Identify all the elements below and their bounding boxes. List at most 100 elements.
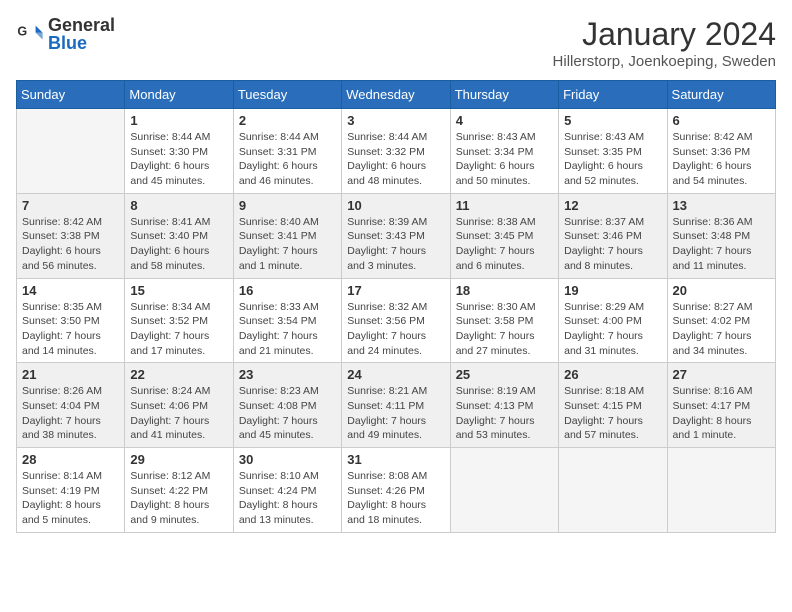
week-row-2: 7 Sunrise: 8:42 AM Sunset: 3:38 PM Daylig… bbox=[17, 193, 776, 278]
day-info: Sunrise: 8:23 AM Sunset: 4:08 PM Dayligh… bbox=[239, 384, 336, 443]
day-number: 25 bbox=[456, 367, 553, 382]
logo-general: General bbox=[48, 16, 115, 34]
day-number: 8 bbox=[130, 198, 227, 213]
month-title: January 2024 bbox=[553, 16, 776, 53]
day-number: 3 bbox=[347, 113, 444, 128]
day-number: 26 bbox=[564, 367, 661, 382]
day-number: 1 bbox=[130, 113, 227, 128]
calendar-cell: 23Sunrise: 8:23 AM Sunset: 4:08 PM Dayli… bbox=[233, 363, 341, 448]
calendar-cell: 30 Sunrise: 8:10 AM Sunset: 4:24 PM Dayli… bbox=[233, 448, 341, 533]
calendar-cell: 19Sunrise: 8:29 AM Sunset: 4:00 PM Dayli… bbox=[559, 278, 667, 363]
calendar-cell: 25 Sunrise: 8:19 AM Sunset: 4:13 PM Dayli… bbox=[450, 363, 558, 448]
day-number: 10 bbox=[347, 198, 444, 213]
calendar-cell: 10 Sunrise: 8:39 AM Sunset: 3:43 PM Dayli… bbox=[342, 193, 450, 278]
day-info: Sunrise: 8:10 AM Sunset: 4:24 PM Dayligh… bbox=[239, 469, 336, 528]
day-info: Sunrise: 8:29 AM Sunset: 4:00 PM Dayligh… bbox=[564, 300, 661, 359]
day-info: Sunrise: 8:21 AM Sunset: 4:11 PM Dayligh… bbox=[347, 384, 444, 443]
calendar-cell: 17 Sunrise: 8:32 AM Sunset: 3:56 PM Dayli… bbox=[342, 278, 450, 363]
day-number: 24 bbox=[347, 367, 444, 382]
calendar-cell bbox=[559, 448, 667, 533]
calendar-cell: 29Sunrise: 8:12 AM Sunset: 4:22 PM Dayli… bbox=[125, 448, 233, 533]
calendar-cell: 20 Sunrise: 8:27 AM Sunset: 4:02 PM Dayli… bbox=[667, 278, 775, 363]
day-info: Sunrise: 8:33 AM Sunset: 3:54 PM Dayligh… bbox=[239, 300, 336, 359]
logo-icon: G bbox=[16, 20, 44, 48]
calendar-cell: 31 Sunrise: 8:08 AM Sunset: 4:26 PM Dayli… bbox=[342, 448, 450, 533]
calendar-cell: 8 Sunrise: 8:41 AM Sunset: 3:40 PM Daylig… bbox=[125, 193, 233, 278]
calendar-cell: 5 Sunrise: 8:43 AM Sunset: 3:35 PM Daylig… bbox=[559, 109, 667, 194]
weekday-header-friday: Friday bbox=[559, 81, 667, 109]
calendar-cell: 12 Sunrise: 8:37 AM Sunset: 3:46 PM Dayli… bbox=[559, 193, 667, 278]
weekday-header-wednesday: Wednesday bbox=[342, 81, 450, 109]
day-info: Sunrise: 8:08 AM Sunset: 4:26 PM Dayligh… bbox=[347, 469, 444, 528]
day-number: 16 bbox=[239, 283, 336, 298]
day-number: 7 bbox=[22, 198, 119, 213]
calendar-cell: 3 Sunrise: 8:44 AM Sunset: 3:32 PM Daylig… bbox=[342, 109, 450, 194]
day-info: Sunrise: 8:43 AM Sunset: 3:34 PM Dayligh… bbox=[456, 130, 553, 189]
day-info: Sunrise: 8:44 AM Sunset: 3:32 PM Dayligh… bbox=[347, 130, 444, 189]
day-number: 14 bbox=[22, 283, 119, 298]
day-info: Sunrise: 8:39 AM Sunset: 3:43 PM Dayligh… bbox=[347, 215, 444, 274]
logo-text: General Blue bbox=[48, 16, 115, 52]
day-number: 27 bbox=[673, 367, 770, 382]
day-number: 21 bbox=[22, 367, 119, 382]
calendar-cell: 7 Sunrise: 8:42 AM Sunset: 3:38 PM Daylig… bbox=[17, 193, 125, 278]
day-number: 15 bbox=[130, 283, 227, 298]
day-info: Sunrise: 8:35 AM Sunset: 3:50 PM Dayligh… bbox=[22, 300, 119, 359]
day-info: Sunrise: 8:41 AM Sunset: 3:40 PM Dayligh… bbox=[130, 215, 227, 274]
day-info: Sunrise: 8:24 AM Sunset: 4:06 PM Dayligh… bbox=[130, 384, 227, 443]
calendar-cell: 16 Sunrise: 8:33 AM Sunset: 3:54 PM Dayli… bbox=[233, 278, 341, 363]
logo-blue: Blue bbox=[48, 34, 115, 52]
day-number: 11 bbox=[456, 198, 553, 213]
day-info: Sunrise: 8:34 AM Sunset: 3:52 PM Dayligh… bbox=[130, 300, 227, 359]
day-number: 12 bbox=[564, 198, 661, 213]
week-row-1: 1 Sunrise: 8:44 AM Sunset: 3:30 PM Daylig… bbox=[17, 109, 776, 194]
day-number: 30 bbox=[239, 452, 336, 467]
day-info: Sunrise: 8:30 AM Sunset: 3:58 PM Dayligh… bbox=[456, 300, 553, 359]
day-info: Sunrise: 8:19 AM Sunset: 4:13 PM Dayligh… bbox=[456, 384, 553, 443]
day-info: Sunrise: 8:18 AM Sunset: 4:15 PM Dayligh… bbox=[564, 384, 661, 443]
day-info: Sunrise: 8:14 AM Sunset: 4:19 PM Dayligh… bbox=[22, 469, 119, 528]
day-number: 20 bbox=[673, 283, 770, 298]
calendar-cell: 2 Sunrise: 8:44 AM Sunset: 3:31 PM Daylig… bbox=[233, 109, 341, 194]
weekday-header-sunday: Sunday bbox=[17, 81, 125, 109]
day-info: Sunrise: 8:37 AM Sunset: 3:46 PM Dayligh… bbox=[564, 215, 661, 274]
calendar-cell: 24 Sunrise: 8:21 AM Sunset: 4:11 PM Dayli… bbox=[342, 363, 450, 448]
day-info: Sunrise: 8:40 AM Sunset: 3:41 PM Dayligh… bbox=[239, 215, 336, 274]
calendar-cell: 1 Sunrise: 8:44 AM Sunset: 3:30 PM Daylig… bbox=[125, 109, 233, 194]
day-info: Sunrise: 8:38 AM Sunset: 3:45 PM Dayligh… bbox=[456, 215, 553, 274]
calendar-cell: 18 Sunrise: 8:30 AM Sunset: 3:58 PM Dayli… bbox=[450, 278, 558, 363]
day-info: Sunrise: 8:32 AM Sunset: 3:56 PM Dayligh… bbox=[347, 300, 444, 359]
day-info: Sunrise: 8:36 AM Sunset: 3:48 PM Dayligh… bbox=[673, 215, 770, 274]
calendar-cell bbox=[17, 109, 125, 194]
day-info: Sunrise: 8:42 AM Sunset: 3:38 PM Dayligh… bbox=[22, 215, 119, 274]
weekday-header-thursday: Thursday bbox=[450, 81, 558, 109]
day-info: Sunrise: 8:44 AM Sunset: 3:31 PM Dayligh… bbox=[239, 130, 336, 189]
day-number: 17 bbox=[347, 283, 444, 298]
weekday-header-saturday: Saturday bbox=[667, 81, 775, 109]
calendar-cell: 21Sunrise: 8:26 AM Sunset: 4:04 PM Dayli… bbox=[17, 363, 125, 448]
title-area: January 2024 Hillerstorp, Joenkoeping, S… bbox=[553, 16, 776, 70]
day-number: 5 bbox=[564, 113, 661, 128]
day-info: Sunrise: 8:44 AM Sunset: 3:30 PM Dayligh… bbox=[130, 130, 227, 189]
day-info: Sunrise: 8:43 AM Sunset: 3:35 PM Dayligh… bbox=[564, 130, 661, 189]
day-number: 18 bbox=[456, 283, 553, 298]
day-number: 2 bbox=[239, 113, 336, 128]
calendar-cell: 15 Sunrise: 8:34 AM Sunset: 3:52 PM Dayli… bbox=[125, 278, 233, 363]
day-info: Sunrise: 8:27 AM Sunset: 4:02 PM Dayligh… bbox=[673, 300, 770, 359]
day-number: 13 bbox=[673, 198, 770, 213]
calendar-cell bbox=[667, 448, 775, 533]
day-number: 29 bbox=[130, 452, 227, 467]
calendar-cell: 28Sunrise: 8:14 AM Sunset: 4:19 PM Dayli… bbox=[17, 448, 125, 533]
calendar-cell: 6 Sunrise: 8:42 AM Sunset: 3:36 PM Daylig… bbox=[667, 109, 775, 194]
week-row-3: 14 Sunrise: 8:35 AM Sunset: 3:50 PM Dayli… bbox=[17, 278, 776, 363]
day-number: 31 bbox=[347, 452, 444, 467]
calendar-cell: 14 Sunrise: 8:35 AM Sunset: 3:50 PM Dayli… bbox=[17, 278, 125, 363]
calendar: SundayMondayTuesdayWednesdayThursdayFrid… bbox=[16, 80, 776, 533]
day-number: 6 bbox=[673, 113, 770, 128]
location-title: Hillerstorp, Joenkoeping, Sweden bbox=[553, 53, 776, 70]
weekday-header-monday: Monday bbox=[125, 81, 233, 109]
calendar-cell: 26 Sunrise: 8:18 AM Sunset: 4:15 PM Dayli… bbox=[559, 363, 667, 448]
calendar-cell: 11 Sunrise: 8:38 AM Sunset: 3:45 PM Dayli… bbox=[450, 193, 558, 278]
calendar-cell: 9Sunrise: 8:40 AM Sunset: 3:41 PM Daylig… bbox=[233, 193, 341, 278]
day-info: Sunrise: 8:42 AM Sunset: 3:36 PM Dayligh… bbox=[673, 130, 770, 189]
